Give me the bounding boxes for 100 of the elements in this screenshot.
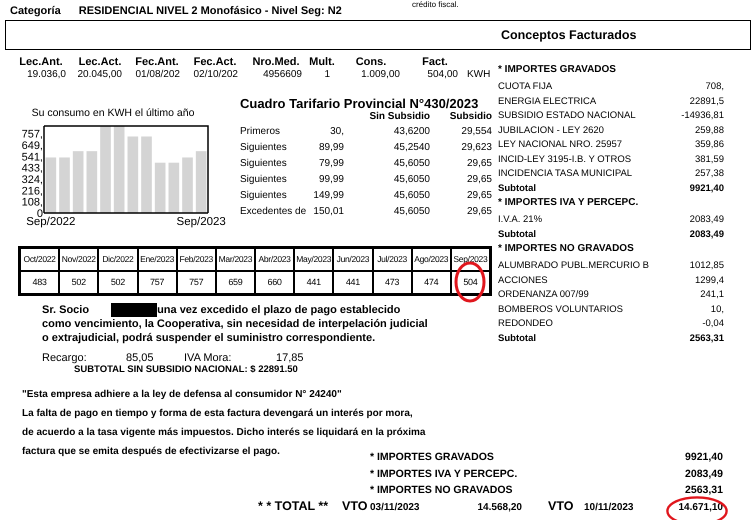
summary-label: * IMPORTES GRAVADOS: [370, 450, 494, 465]
rate-value: 45,6050: [392, 189, 430, 202]
concept-section-title: * IMPORTES GRAVADOS: [498, 63, 617, 77]
concept-amount: 22891,5: [688, 94, 724, 108]
reading-header: Lec.Ant.: [18, 56, 64, 68]
month-header: Sep/2023: [450, 248, 490, 271]
month-value: 441: [333, 271, 372, 294]
concept-amount: 2083,49: [688, 213, 724, 227]
legal-text: de acuerdo a la tasa vigente más impuestos. Dicho interés se liquidará en la próxima: [22, 426, 426, 440]
y-tick-label: 649,: [22, 140, 43, 152]
concept-amount: -14936,81: [680, 109, 724, 123]
month-value: 474: [412, 271, 451, 294]
due-date: 03/11/2023: [370, 502, 420, 512]
tier-label: Siguientes: [240, 173, 288, 186]
tier-label: Excedentes de: [240, 205, 308, 218]
tier-limit: 149,99: [312, 189, 344, 202]
concept-amount: 381,59: [694, 152, 724, 166]
concept-label: JUBILACION - LEY 2620: [498, 124, 605, 138]
concept-amount: 241,1: [699, 288, 724, 302]
tier-limit: 30,: [329, 125, 344, 138]
subtotal-amount: 2083,49: [688, 228, 724, 242]
chart-bar: [196, 151, 206, 213]
summary-label: * IMPORTES NO GRAVADOS: [370, 483, 513, 498]
concept-label: SUBSIDIO ESTADO NACIONAL: [498, 109, 637, 123]
due-date: 10/11/2023: [584, 502, 634, 512]
total-label: * * TOTAL **: [258, 498, 330, 512]
reading-value: 504,00: [426, 69, 459, 80]
reading-value: 1.009,00: [360, 69, 401, 80]
surcharge-value: 85,05: [125, 352, 155, 364]
concept-amount: 1299,4: [694, 274, 724, 288]
subtotal-text: SUBTOTAL SIN SUBSIDIO NACIONAL: $ 22891.50: [73, 364, 299, 375]
month-header: Ene/2023: [138, 248, 177, 271]
summary-label: * IMPORTES IVA Y PERCEPC.: [370, 466, 518, 482]
chart-bar: [86, 151, 98, 213]
concept-amount: 259,88: [694, 124, 724, 138]
tier-label: Primeros: [240, 125, 282, 138]
summary-amount: 2083,49: [685, 466, 723, 482]
y-tick-label: 541,: [22, 151, 43, 164]
tariff-title: Cuadro Tarifario Provincial N°430/2023: [240, 96, 480, 111]
chart-title: Su consumo en KWH el último año: [32, 107, 194, 119]
rate-value: 45,2540: [392, 141, 430, 154]
column-header: Subsidio: [448, 111, 492, 122]
top-note: crédito fiscal.: [412, 0, 459, 9]
notice-text: una vez excedido el plazo de pago establecido: [157, 303, 400, 317]
rate-value: 43,6200: [392, 125, 430, 138]
reading-value: 01/08/202: [134, 69, 181, 80]
month-header: Dic/2022: [98, 248, 138, 271]
summary-amount: 9921,40: [685, 450, 723, 465]
section-title: Conceptos Facturados: [501, 28, 636, 42]
concept-section-title: * IMPORTES NO GRAVADOS: [498, 242, 635, 256]
y-tick-label: 108,: [22, 196, 43, 209]
rate-value: 29,554: [460, 125, 492, 138]
reading-header: Fec.Ant.: [134, 56, 180, 68]
concept-amount: 359,86: [694, 138, 724, 152]
month-header: Abr/2023: [255, 248, 294, 271]
month-header: May/2023: [294, 248, 334, 271]
reading-header: Mult.: [308, 56, 336, 68]
chart-bar: [182, 157, 193, 213]
reading-header: Cons.: [354, 56, 388, 68]
tier-limit: 150,01: [312, 205, 344, 218]
concept-label: I.V.A. 21%: [498, 213, 544, 227]
category-value: RESIDENCIAL NIVEL 2 Monofásico - Nivel Seg: N2: [78, 5, 342, 19]
month-header: Ago/2023: [412, 248, 451, 271]
tier-limit: 99,99: [318, 173, 344, 186]
notice-text: como vencimiento, la Cooperativa, sin necesidad de interpelación judicial: [42, 317, 429, 331]
surcharge-value: 17,85: [275, 352, 305, 364]
month-header: Jun/2023: [333, 248, 372, 271]
month-value: 483: [20, 271, 60, 294]
month-value: 660: [255, 271, 294, 294]
legal-text: factura que se emita después de efectivizarse el pago.: [22, 445, 280, 459]
chart-bar: [168, 162, 180, 213]
chart-bar: [72, 151, 84, 213]
y-tick-label: 324,: [22, 174, 43, 186]
month-header: Mar/2023: [216, 248, 255, 271]
rate-value: 45,6050: [392, 157, 430, 170]
concept-label: ENERGIA ELECTRICA: [498, 94, 598, 108]
y-tick-label: 216,: [22, 185, 43, 198]
concept-amount: 708,: [704, 80, 724, 94]
surcharge-label: IVA Mora:: [184, 352, 232, 364]
subtotal-label: Subtotal: [498, 228, 537, 242]
tier-label: Siguientes: [240, 189, 288, 202]
tier-label: Siguientes: [240, 157, 288, 170]
concept-label: INCIDENCIA TASA MUNICIPAL: [498, 167, 634, 181]
chart-bar: [46, 157, 56, 213]
concept-label: ORDENANZA 007/99: [498, 288, 590, 302]
concept-label: BOMBEROS VOLUNTARIOS: [498, 302, 624, 316]
reading-header: Fec.Act.: [192, 56, 238, 68]
month-header: Nov/2022: [59, 248, 98, 271]
rate-value: 29,65: [466, 173, 492, 186]
reading-value: 4956609: [262, 69, 303, 80]
due-amount: 14.671,10: [648, 502, 723, 512]
due-label: VTO: [342, 498, 368, 512]
concept-label: ALUMBRADO PUBL.MERCURIO B: [498, 259, 650, 273]
column-header: Sin Subsidio: [368, 111, 430, 122]
rate-value: 29,65: [466, 157, 492, 170]
reading-value: 1: [323, 69, 331, 80]
reading-value: 20.045,00: [76, 69, 123, 80]
concept-label: REDONDEO: [498, 317, 554, 331]
month-value: 659: [216, 271, 255, 294]
unit-label: KWH: [466, 69, 492, 80]
